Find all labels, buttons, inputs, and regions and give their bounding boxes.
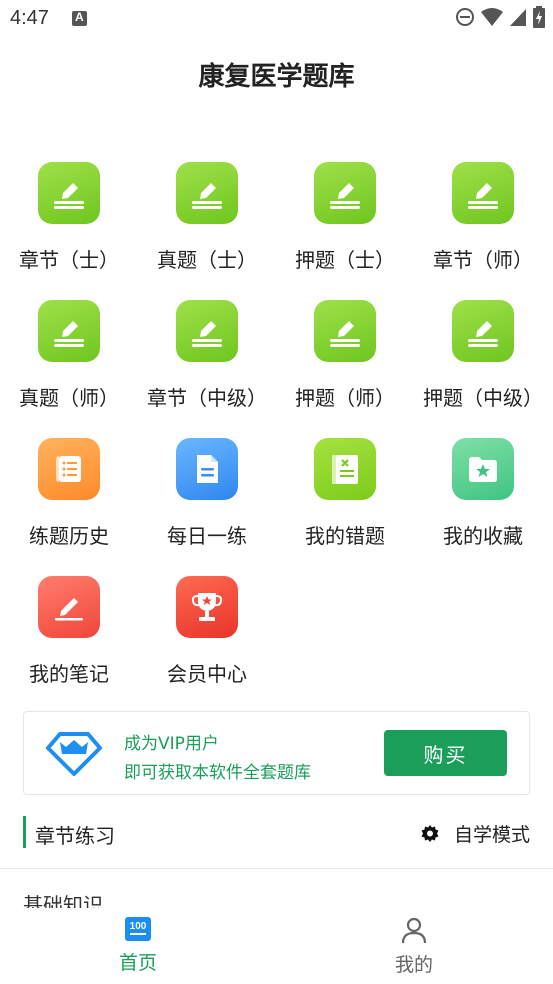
grid-item-label: 我的收藏 <box>443 524 523 548</box>
grid-item-history[interactable]: 练题历史 <box>0 438 138 549</box>
grid-item-wrong[interactable]: 我的错题 <box>276 438 414 549</box>
document-icon <box>176 438 238 500</box>
grid-item-label: 每日一练 <box>167 524 247 548</box>
list-item[interactable]: 基础知识 <box>23 892 103 908</box>
page-title: 康复医学题库 <box>198 62 355 92</box>
grid-item-label: 真题（师） <box>19 386 119 410</box>
tab-label: 首页 <box>118 952 157 974</box>
vip-diamond-icon <box>46 730 102 780</box>
edit-icon <box>314 162 376 224</box>
grid-item-label: 章节（士） <box>19 248 119 272</box>
mode-label: 自学模式 <box>453 824 530 846</box>
do-not-disturb-icon <box>456 8 474 26</box>
grid-item-predict-mid[interactable]: 押题（中级） <box>414 300 552 411</box>
grid-item-exam-shi[interactable]: 真题（士） <box>138 162 276 273</box>
status-time: 4:47 <box>10 7 49 29</box>
scroll-list-icon <box>38 438 100 500</box>
edit-icon <box>38 300 100 362</box>
grid-item-label: 章节（师） <box>433 248 533 272</box>
grid-item-chapter-shi[interactable]: 章节（士） <box>0 162 138 273</box>
grid-item-label: 押题（中级） <box>423 386 543 410</box>
status-icons <box>455 6 545 28</box>
status-bar: 4:47 <box>0 0 553 36</box>
grid-item-label: 押题（士） <box>295 248 395 272</box>
chapter-practice-header: 章节练习 自学模式 <box>0 812 553 852</box>
grid-item-chapter-mid[interactable]: 章节（中级） <box>138 300 276 411</box>
battery-icon <box>533 6 545 28</box>
grid-item-label: 我的笔记 <box>29 662 109 686</box>
grid-item-notes[interactable]: 我的笔记 <box>0 576 138 687</box>
grid-item-chapter-shi2[interactable]: 章节（师） <box>414 162 552 273</box>
vip-headline: 成为VIP用户 <box>124 734 219 754</box>
grid-item-label: 章节（中级） <box>147 386 267 410</box>
notification-a-icon <box>72 10 87 26</box>
grid-item-label: 押题（师） <box>295 386 395 410</box>
edit-icon <box>314 300 376 362</box>
gear-icon <box>421 824 439 842</box>
vip-banner: 成为VIP用户 即可获取本软件全套题库 购买 <box>23 711 530 795</box>
wifi-icon <box>481 8 503 26</box>
tab-label: 我的 <box>394 954 433 976</box>
grid-item-label: 练题历史 <box>29 524 109 548</box>
edit-icon <box>38 162 100 224</box>
divider <box>0 868 553 869</box>
self-study-mode-toggle[interactable]: 自学模式 <box>420 820 530 847</box>
star-folder-icon <box>452 438 514 500</box>
tab-mine[interactable]: 我的 <box>344 916 484 977</box>
bottom-tab-bar: 100 首页 我的 <box>0 910 553 984</box>
tab-home[interactable]: 100 首页 <box>68 916 208 975</box>
note-pen-icon <box>38 576 100 638</box>
home-100-icon: 100 <box>125 917 151 941</box>
wrong-book-icon <box>314 438 376 500</box>
svg-text:100: 100 <box>130 921 147 932</box>
edit-icon <box>176 300 238 362</box>
edit-icon <box>176 162 238 224</box>
signal-icon <box>510 9 526 26</box>
section-title: 章节练习 <box>35 824 115 848</box>
grid-item-predict-shi2[interactable]: 押题（师） <box>276 300 414 411</box>
grid-item-label: 真题（士） <box>157 248 257 272</box>
grid-item-predict-shi[interactable]: 押题（士） <box>276 162 414 273</box>
vip-description: 即可获取本软件全套题库 <box>124 763 311 783</box>
grid-item-label: 会员中心 <box>167 662 247 686</box>
buy-button[interactable]: 购买 <box>384 730 507 776</box>
trophy-icon <box>176 576 238 638</box>
grid-item-vip-center[interactable]: 会员中心 <box>138 576 276 687</box>
grid-item-favorites[interactable]: 我的收藏 <box>414 438 552 549</box>
section-accent-bar <box>23 816 26 848</box>
person-icon <box>401 917 427 944</box>
grid-item-exam-shi2[interactable]: 真题（师） <box>0 300 138 411</box>
edit-icon <box>452 300 514 362</box>
grid-item-label: 我的错题 <box>305 524 385 548</box>
grid-item-daily[interactable]: 每日一练 <box>138 438 276 549</box>
edit-icon <box>452 162 514 224</box>
